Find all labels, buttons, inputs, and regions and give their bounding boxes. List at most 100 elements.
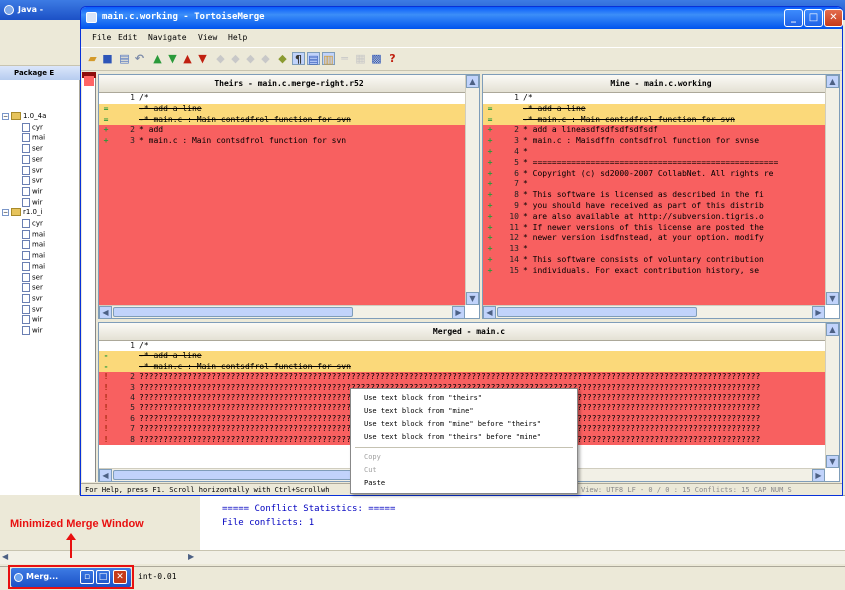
mine-vertical-scrollbar[interactable]: ▲ ▼: [825, 75, 839, 305]
maximize-button[interactable]: □: [804, 9, 823, 27]
package-explorer-tab[interactable]: Package E: [0, 66, 80, 80]
tree-file[interactable]: ser: [22, 144, 43, 155]
scroll-thumb[interactable]: [113, 307, 353, 317]
scroll-up-icon[interactable]: ▲: [466, 75, 479, 88]
diff-line[interactable]: 1 /*: [99, 341, 825, 352]
tree-file[interactable]: ser: [22, 272, 43, 284]
scroll-right-icon[interactable]: ▶: [812, 469, 825, 482]
diff-line[interactable]: ! 2??????????????????????????????????????…: [99, 372, 825, 383]
theirs-horizontal-scrollbar[interactable]: ◀ ▶: [99, 305, 465, 319]
next-difference-icon[interactable]: ▼: [166, 52, 179, 65]
scroll-up-icon[interactable]: ▲: [826, 75, 839, 88]
menu-use-mine[interactable]: Use text block from "mine": [364, 407, 474, 415]
tree-file[interactable]: svr: [22, 304, 43, 316]
scroll-down-icon[interactable]: ▼: [826, 455, 839, 468]
tree-file[interactable]: ser: [22, 154, 43, 166]
eclipse-horizontal-scrollbar[interactable]: [0, 550, 845, 564]
diff-line[interactable]: +7 *: [483, 179, 825, 191]
tree-file[interactable]: wir: [22, 186, 43, 198]
diff-line[interactable]: +3 * main.c : Main contsdfrol function f…: [99, 136, 465, 147]
menu-view[interactable]: View: [198, 33, 217, 42]
minimize-button[interactable]: _: [784, 9, 803, 27]
tree-folder[interactable]: − 1.0_4a: [2, 112, 46, 123]
scroll-down-icon[interactable]: ▼: [826, 292, 839, 305]
collapse-icon[interactable]: −: [2, 112, 9, 120]
tree-file[interactable]: svr: [22, 165, 43, 177]
tree-folder[interactable]: − r1.0_i: [2, 208, 42, 219]
diff-line[interactable]: = -* add a line: [483, 103, 825, 115]
scroll-thumb[interactable]: [497, 307, 697, 317]
patch-icon[interactable]: ▦: [354, 52, 367, 65]
diff-line[interactable]: = -* main.c : Main contsdfrol function fo…: [483, 114, 825, 126]
tree-file[interactable]: ser: [22, 283, 43, 294]
tree-file[interactable]: svr: [22, 176, 43, 187]
mark-resolved-icon[interactable]: ◆: [276, 52, 289, 65]
diff-line[interactable]: 1 /*: [483, 93, 825, 104]
diff-line[interactable]: +13 *: [483, 244, 825, 255]
tree-file[interactable]: svr: [22, 293, 43, 305]
line-diff-icon[interactable]: ═: [338, 52, 351, 65]
scroll-down-icon[interactable]: ▼: [466, 292, 479, 305]
menu-use-theirs[interactable]: Use text block from "theirs": [364, 394, 482, 402]
diff-line[interactable]: +6 * Copyright (c) sd2000-2007 CollabNet…: [483, 168, 825, 180]
diff-line[interactable]: +12 * newer version isdfnstead, at your …: [483, 233, 825, 245]
previous-conflict-icon[interactable]: ▲: [181, 52, 194, 65]
diff-line[interactable]: - -* main.c : Main contsdfrol function fo…: [99, 361, 825, 373]
tree-file[interactable]: cyr: [22, 122, 43, 134]
theirs-text-area[interactable]: 1 /* = -* add a line = -* main.c : Main conts…: [99, 93, 465, 305]
whitespaces-icon[interactable]: ¶: [292, 52, 305, 66]
diff-line[interactable]: +10 * are also available at http://subve…: [483, 211, 825, 223]
tree-file[interactable]: wir: [22, 197, 43, 209]
menu-paste[interactable]: Paste: [364, 479, 385, 487]
scroll-right-icon[interactable]: ▶: [188, 552, 198, 562]
menu-navigate[interactable]: Navigate: [148, 33, 187, 42]
scroll-left-icon[interactable]: ◀: [2, 552, 12, 562]
location-bar[interactable]: [82, 72, 96, 482]
settings-icon[interactable]: ▩: [370, 52, 383, 65]
diff-line[interactable]: +2 * add a lineasdfsdfsdfsdfsdf: [483, 125, 825, 137]
tree-file[interactable]: cyr: [22, 219, 43, 230]
diff-line[interactable]: = -* main.c : Main contsdfrol function fo…: [99, 114, 465, 126]
diff-line[interactable]: +15 * individuals. For exact contributio…: [483, 265, 825, 277]
tree-file[interactable]: mai: [22, 251, 45, 262]
close-button[interactable]: ✕: [824, 9, 843, 27]
collapse-icon[interactable]: −: [2, 208, 9, 216]
scroll-left-icon[interactable]: ◀: [99, 469, 112, 482]
tree-file[interactable]: mai: [22, 133, 45, 144]
menu-edit[interactable]: Edit: [118, 33, 137, 42]
undo-icon[interactable]: ↶: [133, 52, 146, 65]
tree-file[interactable]: wir: [22, 315, 43, 326]
merged-vertical-scrollbar[interactable]: ▲ ▼: [825, 323, 839, 468]
one-way-diff-icon[interactable]: ▤: [307, 52, 320, 66]
tree-file[interactable]: mai: [22, 261, 45, 273]
diff-line[interactable]: +14 * This software consists of voluntar…: [483, 254, 825, 266]
scroll-up-icon[interactable]: ▲: [826, 323, 839, 336]
diff-line[interactable]: 1 /*: [99, 93, 465, 104]
tree-file[interactable]: mai: [22, 240, 45, 251]
use-mine-before-theirs-icon[interactable]: ◆: [259, 52, 272, 65]
diff-line[interactable]: - -* add a line: [99, 351, 825, 362]
previous-difference-icon[interactable]: ▲: [151, 52, 164, 65]
next-conflict-icon[interactable]: ▼: [196, 52, 209, 65]
scroll-left-icon[interactable]: ◀: [99, 306, 112, 319]
diff-line[interactable]: +9 * you should have received as part of…: [483, 200, 825, 212]
tree-file[interactable]: wir: [22, 326, 43, 337]
three-way-diff-icon[interactable]: ▥: [322, 52, 335, 66]
mine-horizontal-scrollbar[interactable]: ◀ ▶: [483, 305, 825, 319]
diff-line[interactable]: +5 * ===================================…: [483, 157, 825, 169]
use-theirs-icon[interactable]: ◆: [214, 52, 227, 65]
save-icon[interactable]: ■: [101, 52, 114, 65]
diff-line[interactable]: +3 * main.c : Maisdffn contsdfrol functi…: [483, 136, 825, 147]
diff-line[interactable]: +4 *: [483, 146, 825, 158]
theirs-vertical-scrollbar[interactable]: ▲ ▼: [465, 75, 479, 305]
menu-use-mine-before-theirs[interactable]: Use text block from "mine" before "their…: [364, 420, 541, 428]
diff-line[interactable]: = -* add a line: [99, 103, 465, 115]
save-as-icon[interactable]: ▤: [118, 52, 131, 65]
diff-line[interactable]: +11 * If newer versions of this license …: [483, 222, 825, 234]
menu-help[interactable]: Help: [228, 33, 247, 42]
help-icon[interactable]: ?: [386, 52, 399, 65]
scroll-left-icon[interactable]: ◀: [483, 306, 496, 319]
menu-file[interactable]: File: [92, 33, 111, 42]
tree-file[interactable]: mai: [22, 229, 45, 241]
use-mine-icon[interactable]: ◆: [229, 52, 242, 65]
